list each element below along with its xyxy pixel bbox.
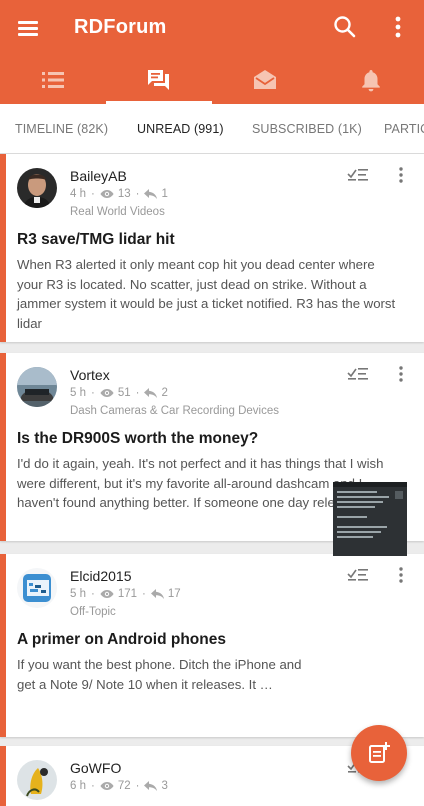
post-meta: 5 h · 51 · 2 [70, 387, 168, 399]
reply-count: 2 [161, 387, 168, 399]
author-name[interactable]: Elcid2015 [70, 568, 132, 584]
eye-icon [100, 782, 114, 790]
forum-name[interactable]: Off-Topic [70, 606, 116, 618]
mark-read-icon[interactable] [347, 365, 369, 383]
icon-tab-bar [0, 56, 424, 104]
author-name[interactable]: BaileyAB [70, 168, 127, 184]
reply-icon [150, 589, 164, 599]
app-title: RDForum [74, 16, 167, 38]
author-name[interactable]: Vortex [70, 367, 110, 383]
topic-excerpt: When R3 alerted it only meant cop hit yo… [17, 257, 396, 331]
unread-indicator [0, 154, 6, 342]
unread-indicator [0, 554, 6, 737]
tab-notifications[interactable] [318, 56, 424, 104]
view-count: 13 [117, 188, 131, 200]
topic-title[interactable]: R3 save/TMG lidar hit [17, 231, 175, 249]
reply-count: 1 [161, 188, 168, 200]
tab-unread[interactable]: UNREAD (991) [137, 122, 224, 136]
post-meta: 4 h · 13 · 1 [70, 188, 168, 200]
more-vert-icon[interactable] [386, 14, 410, 40]
more-vert-icon[interactable] [398, 566, 404, 584]
reply-icon [144, 781, 158, 791]
author-name[interactable]: GoWFO [70, 760, 121, 776]
post-meta: 5 h · 171 · 17 [70, 588, 181, 600]
topic-title[interactable]: Is the DR900S worth the money? [17, 430, 258, 448]
compose-icon [369, 742, 390, 763]
reply-icon [144, 388, 158, 398]
tab-timeline[interactable]: TIMELINE (82K) [15, 122, 108, 136]
view-count: 171 [117, 588, 138, 600]
unread-indicator [0, 353, 6, 541]
bell-icon [362, 70, 380, 92]
eye-icon [100, 190, 114, 198]
forum-name[interactable]: Dash Cameras & Car Recording Devices [70, 405, 279, 417]
tab-forum[interactable] [106, 56, 212, 104]
post-time: 5 h [70, 588, 86, 600]
view-count: 72 [117, 780, 131, 792]
view-count: 51 [117, 387, 131, 399]
tab-participated[interactable]: PARTIC [384, 122, 424, 136]
app-bar: RDForum [0, 0, 424, 104]
avatar[interactable] [17, 367, 57, 407]
topic-card[interactable]: BaileyAB 4 h · 13 · 1 Real World Videos R3… [0, 154, 424, 342]
list-icon [42, 72, 64, 88]
tab-inbox[interactable] [212, 56, 318, 104]
tab-list[interactable] [0, 56, 106, 104]
menu-icon[interactable] [16, 16, 40, 40]
more-vert-icon[interactable] [398, 166, 404, 184]
topic-excerpt: If you want the best phone. Ditch the iP… [17, 657, 302, 692]
unread-indicator [0, 746, 6, 806]
post-meta: 6 h · 72 · 3 [70, 780, 168, 792]
tab-subscribed[interactable]: SUBSCRIBED (1K) [252, 122, 362, 136]
inbox-icon [254, 70, 276, 89]
avatar[interactable] [17, 760, 57, 800]
search-icon[interactable] [332, 14, 358, 40]
section-tabs: TIMELINE (82K) UNREAD (991) SUBSCRIBED (… [0, 104, 424, 154]
topic-thumbnail[interactable] [333, 482, 407, 556]
avatar[interactable] [17, 168, 57, 208]
post-time: 4 h [70, 188, 86, 200]
mark-read-icon[interactable] [347, 166, 369, 184]
new-topic-button[interactable] [351, 725, 407, 781]
reply-count: 17 [167, 588, 181, 600]
eye-icon [100, 389, 114, 397]
topic-title[interactable]: A primer on Android phones [17, 631, 226, 649]
forum-name[interactable]: Real World Videos [70, 206, 165, 218]
forum-icon [148, 70, 169, 90]
more-vert-icon[interactable] [398, 365, 404, 383]
toolbar: RDForum [0, 0, 424, 56]
avatar[interactable] [17, 568, 57, 608]
post-time: 5 h [70, 387, 86, 399]
post-time: 6 h [70, 780, 86, 792]
reply-icon [144, 189, 158, 199]
mark-read-icon[interactable] [347, 566, 369, 584]
topic-card[interactable]: Elcid2015 5 h · 171 · 17 Off-Topic A prime… [0, 554, 424, 737]
reply-count: 3 [161, 780, 168, 792]
eye-icon [100, 590, 114, 598]
